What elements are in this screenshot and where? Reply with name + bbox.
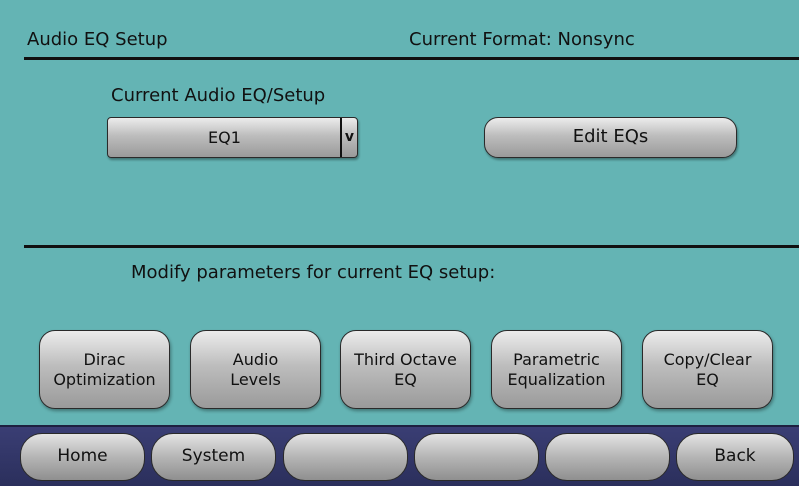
button-label-line1: Third Octave <box>354 349 457 369</box>
button-label-line1: Copy/Clear <box>663 349 752 369</box>
section-divider <box>24 245 799 248</box>
eq-setup-selected-value: EQ1 <box>208 127 241 147</box>
blank-nav-button-3[interactable] <box>545 433 670 481</box>
button-label-line1: Dirac <box>83 349 126 369</box>
eq-setup-dropdown[interactable]: EQ1 v <box>107 117 358 158</box>
dirac-optimization-button[interactable]: Dirac Optimization <box>39 330 170 409</box>
header-divider <box>24 57 799 60</box>
copy-clear-eq-button[interactable]: Copy/Clear EQ <box>642 330 773 409</box>
blank-nav-button-1[interactable] <box>283 433 408 481</box>
home-button[interactable]: Home <box>20 433 145 481</box>
button-label-line2: Optimization <box>53 369 156 389</box>
current-eq-setup-label: Current Audio EQ/Setup <box>111 85 326 106</box>
button-label-line1: Audio <box>232 349 279 369</box>
third-octave-eq-button[interactable]: Third Octave EQ <box>340 330 471 409</box>
button-label-line1: Parametric <box>513 349 600 369</box>
back-button[interactable]: Back <box>676 433 794 481</box>
button-label-line2: Levels <box>230 369 281 389</box>
button-label-line2: Equalization <box>507 369 606 389</box>
chevron-down-icon[interactable]: v <box>340 118 357 157</box>
button-label-line2: EQ <box>696 369 719 389</box>
edit-eqs-button[interactable]: Edit EQs <box>484 117 737 158</box>
audio-levels-button[interactable]: Audio Levels <box>190 330 321 409</box>
modify-parameters-label: Modify parameters for current EQ setup: <box>131 262 496 283</box>
parametric-equalization-button[interactable]: Parametric Equalization <box>491 330 622 409</box>
page-title: Audio EQ Setup <box>27 29 168 50</box>
system-button[interactable]: System <box>151 433 276 481</box>
button-label-line2: EQ <box>394 369 417 389</box>
current-format-label: Current Format: Nonsync <box>409 29 635 50</box>
blank-nav-button-2[interactable] <box>414 433 539 481</box>
